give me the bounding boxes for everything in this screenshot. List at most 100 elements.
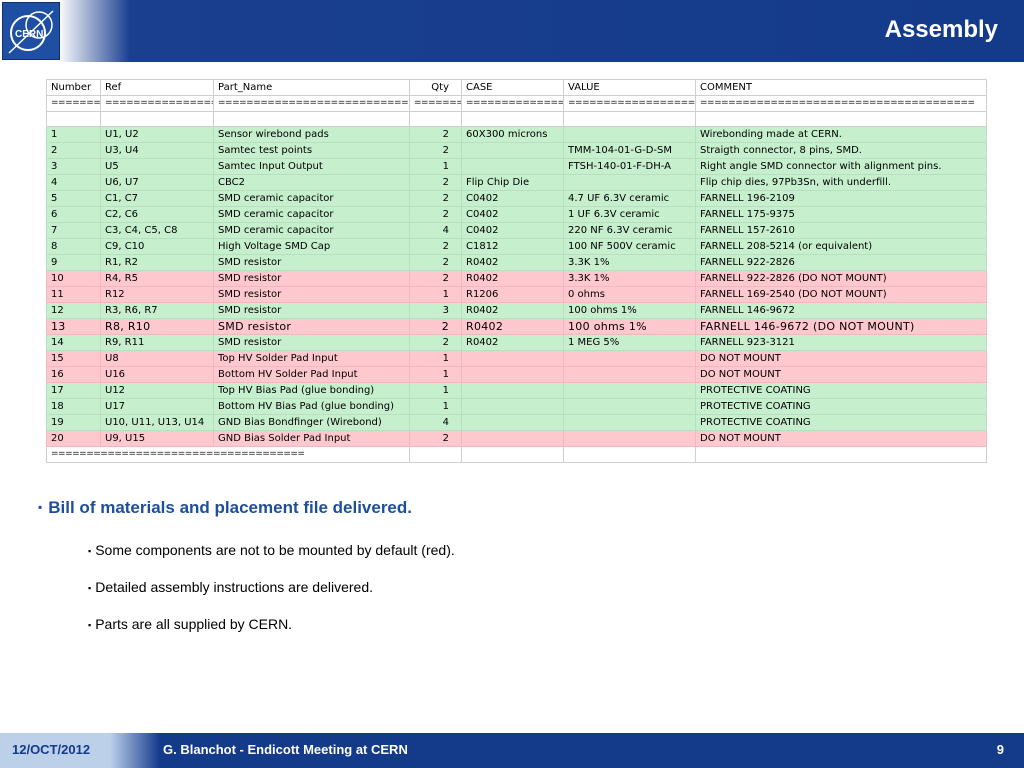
table-cell: Straigth connector, 8 pins, SMD.: [695, 142, 987, 159]
table-cell: 2: [409, 318, 462, 335]
table-cell: U16: [100, 366, 214, 383]
table-cell: 20: [46, 430, 101, 447]
square-bullet-icon: ▪: [88, 583, 92, 593]
table-cell: 6: [46, 206, 101, 223]
sub-bullet: ▪ Detailed assembly instructions are deli…: [88, 579, 373, 595]
logo-text: CERN: [15, 29, 43, 40]
table-cell: R3, R6, R7: [100, 302, 214, 319]
table-cell: FARNELL 169-2540 (DO NOT MOUNT): [695, 286, 987, 303]
table-cell: FARNELL 922-2826: [695, 254, 987, 271]
table-cell: 5: [46, 190, 101, 207]
table-cell: FARNELL 196-2109: [695, 190, 987, 207]
table-cell: DO NOT MOUNT: [695, 430, 987, 447]
sub-bullet: ▪ Parts are all supplied by CERN.: [88, 616, 292, 632]
column-header: Number: [46, 79, 101, 96]
table-cell: R0402: [461, 302, 564, 319]
table-cell: Top HV Solder Pad Input: [213, 350, 410, 367]
table-cell: [461, 382, 564, 399]
table-cell: FARNELL 922-2826 (DO NOT MOUNT): [695, 270, 987, 287]
table-cell: SMD ceramic capacitor: [213, 206, 410, 223]
table-cell: 100 ohms 1%: [563, 318, 696, 335]
table-cell: 7: [46, 222, 101, 239]
table-cell: Flip Chip Die: [461, 174, 564, 191]
separator-cell: ========: [46, 95, 101, 112]
table-row: 20 U9, U15 GND Bias Solder Pad Input 2 DO NO…: [46, 430, 987, 447]
table-cell: 100 ohms 1%: [563, 302, 696, 319]
table-cell: [563, 126, 696, 143]
table-row: 14 R9, R11 SMD resistor 2 R0402 1 MEG 5% FARNE…: [46, 334, 987, 351]
table-cell: 10: [46, 270, 101, 287]
table-cell: R0402: [461, 334, 564, 351]
table-cell: R1, R2: [100, 254, 214, 271]
separator-cell: ========: [409, 95, 462, 112]
slide: CERN Assembly Number Ref Part_Name Qty C…: [0, 0, 1024, 768]
table-end-row: ====================================: [46, 446, 987, 463]
table-cell: FTSH-140-01-F-DH-A: [563, 158, 696, 175]
bom-table-body: Number Ref Part_Name Qty CASE VALUE COMM…: [46, 79, 987, 463]
table-header-row: Number Ref Part_Name Qty CASE VALUE COMM…: [46, 79, 987, 96]
table-cell: SMD ceramic capacitor: [213, 222, 410, 239]
table-cell: C0402: [461, 190, 564, 207]
separator-cell: =======================================: [695, 95, 987, 112]
footer-text: G. Blanchot - Endicott Meeting at CERN: [163, 742, 408, 757]
table-cell: 8: [46, 238, 101, 255]
blank-cell: [461, 446, 564, 463]
table-cell: [461, 158, 564, 175]
table-cell: 16: [46, 366, 101, 383]
square-bullet-icon: ▪: [88, 546, 92, 556]
separator-cell: ==============================: [213, 95, 410, 112]
table-cell: SMD ceramic capacitor: [213, 190, 410, 207]
blank-cell: [563, 111, 696, 127]
table-cell: R9, R11: [100, 334, 214, 351]
table-cell: 2: [409, 126, 462, 143]
cern-logo-icon: CERN: [8, 10, 54, 54]
table-row: 8 C9, C10 High Voltage SMD Cap 2 C1812 100 NF…: [46, 238, 987, 255]
table-cell: 1 UF 6.3V ceramic: [563, 206, 696, 223]
table-cell: 3: [409, 302, 462, 319]
table-row: 10 R4, R5 SMD resistor 2 R0402 3.3K 1% FARNELL…: [46, 270, 987, 287]
table-cell: FARNELL 157-2610: [695, 222, 987, 239]
table-cell: SMD resistor: [213, 254, 410, 271]
table-cell: U12: [100, 382, 214, 399]
separator-cell: =====================: [563, 95, 696, 112]
table-cell: U8: [100, 350, 214, 367]
table-row: 12 R3, R6, R7 SMD resistor 3 R0402 100 ohms 1…: [46, 302, 987, 319]
table-cell: R8, R10: [100, 318, 214, 335]
table-cell: U3, U4: [100, 142, 214, 159]
blank-cell: [409, 446, 462, 463]
table-cell: GND Bias Solder Pad Input: [213, 430, 410, 447]
table-row: 4 U6, U7 CBC2 2 Flip Chip Die Flip chip dies,…: [46, 174, 987, 191]
table-cell: [563, 366, 696, 383]
table-row: 6 C2, C6 SMD ceramic capacitor 2 C0402 1 UF 6…: [46, 206, 987, 223]
table-cell: GND Bias Bondfinger (Wirebond): [213, 414, 410, 431]
table-cell: C2, C6: [100, 206, 214, 223]
table-cell: 1 MEG 5%: [563, 334, 696, 351]
table-cell: Top HV Bias Pad (glue bonding): [213, 382, 410, 399]
table-cell: R12: [100, 286, 214, 303]
table-cell: [563, 414, 696, 431]
table-cell: 1: [46, 126, 101, 143]
table-cell: 1: [409, 158, 462, 175]
page-number: 9: [996, 742, 1004, 757]
table-row: 15 U8 Top HV Solder Pad Input 1 DO NOT MOUNT: [46, 350, 987, 367]
column-header: CASE: [461, 79, 564, 96]
blank-cell: [695, 446, 987, 463]
table-cell: 4: [409, 222, 462, 239]
table-cell: R4, R5: [100, 270, 214, 287]
table-cell: Sensor wirebond pads: [213, 126, 410, 143]
blank-cell: [409, 111, 462, 127]
blank-cell: [563, 446, 696, 463]
table-cell: FARNELL 175-9375: [695, 206, 987, 223]
table-cell: 3.3K 1%: [563, 254, 696, 271]
table-cell: U9, U15: [100, 430, 214, 447]
table-cell: 60X300 microns: [461, 126, 564, 143]
table-row: 5 C1, C7 SMD ceramic capacitor 2 C0402 4.7 UF…: [46, 190, 987, 207]
table-cell: 12: [46, 302, 101, 319]
table-cell: C1, C7: [100, 190, 214, 207]
table-row: 2 U3, U4 Samtec test points 2 TMM-104-01-G-D…: [46, 142, 987, 159]
table-cell: 15: [46, 350, 101, 367]
table-cell: C3, C4, C5, C8: [100, 222, 214, 239]
table-row: 18 U17 Bottom HV Bias Pad (glue bonding) 1 P…: [46, 398, 987, 415]
table-cell: Flip chip dies, 97Pb3Sn, with underfill.: [695, 174, 987, 191]
table-row: 17 U12 Top HV Bias Pad (glue bonding) 1 PROT…: [46, 382, 987, 399]
